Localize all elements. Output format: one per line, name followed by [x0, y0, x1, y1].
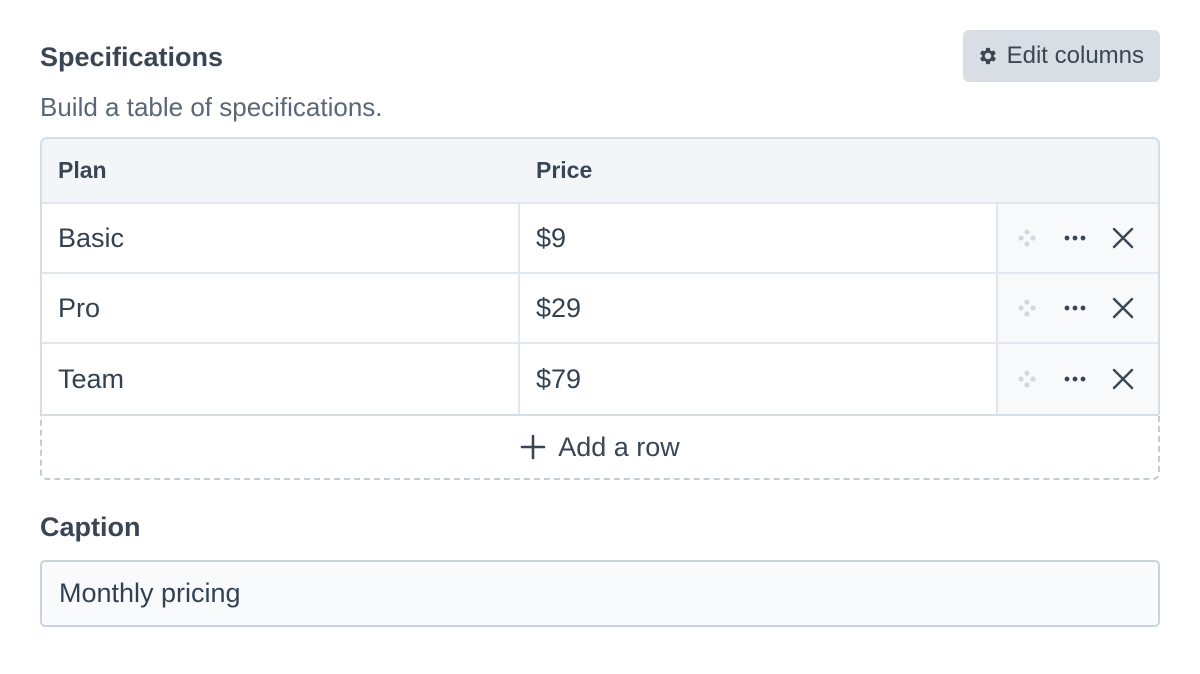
table-body: Basic $9 Pro $29 Team $79 — [42, 204, 1158, 414]
section-description: Build a table of specifications. — [40, 92, 383, 122]
section-title: Specifications — [40, 42, 224, 72]
table-header: Plan Price — [42, 139, 1158, 204]
cell-price[interactable]: $9 — [520, 204, 998, 272]
cell-price[interactable]: $79 — [520, 344, 998, 414]
more-icon[interactable] — [1060, 293, 1090, 323]
column-header-plan: Plan — [58, 157, 107, 183]
drag-handle-icon[interactable] — [1012, 293, 1042, 323]
close-icon[interactable] — [1108, 223, 1138, 253]
table-row: Team $79 — [42, 344, 1158, 414]
column-header-actions — [998, 139, 1158, 202]
cell-plan[interactable]: Basic — [42, 204, 520, 272]
row-actions — [998, 344, 1158, 414]
row-actions — [998, 204, 1158, 272]
close-icon[interactable] — [1108, 293, 1138, 323]
drag-handle-icon[interactable] — [1012, 223, 1042, 253]
close-icon[interactable] — [1108, 364, 1138, 394]
cell-plan[interactable]: Team — [42, 344, 520, 414]
edit-columns-button[interactable]: Edit columns — [962, 30, 1160, 82]
caption-label: Caption — [40, 512, 141, 542]
column-header-price: Price — [536, 157, 593, 183]
section-header: Specifications Edit columns — [40, 30, 1160, 82]
add-row-button[interactable]: Add a row — [40, 414, 1160, 480]
table-row: Basic $9 — [42, 204, 1158, 274]
cell-price[interactable]: $29 — [520, 274, 998, 342]
specifications-table: Plan Price Basic $9 Pro $29 Team $79 — [40, 137, 1160, 414]
plus-icon — [520, 434, 546, 460]
specifications-panel: Specifications Edit columns Build a tabl… — [40, 30, 1160, 627]
row-actions — [998, 274, 1158, 342]
more-icon[interactable] — [1060, 364, 1090, 394]
caption-input[interactable] — [40, 560, 1160, 627]
add-row-label: Add a row — [558, 431, 680, 462]
drag-handle-icon[interactable] — [1012, 364, 1042, 394]
table-row: Pro $29 — [42, 274, 1158, 344]
gear-icon — [977, 45, 999, 67]
edit-columns-label: Edit columns — [1006, 42, 1144, 69]
cell-plan[interactable]: Pro — [42, 274, 520, 342]
more-icon[interactable] — [1060, 223, 1090, 253]
